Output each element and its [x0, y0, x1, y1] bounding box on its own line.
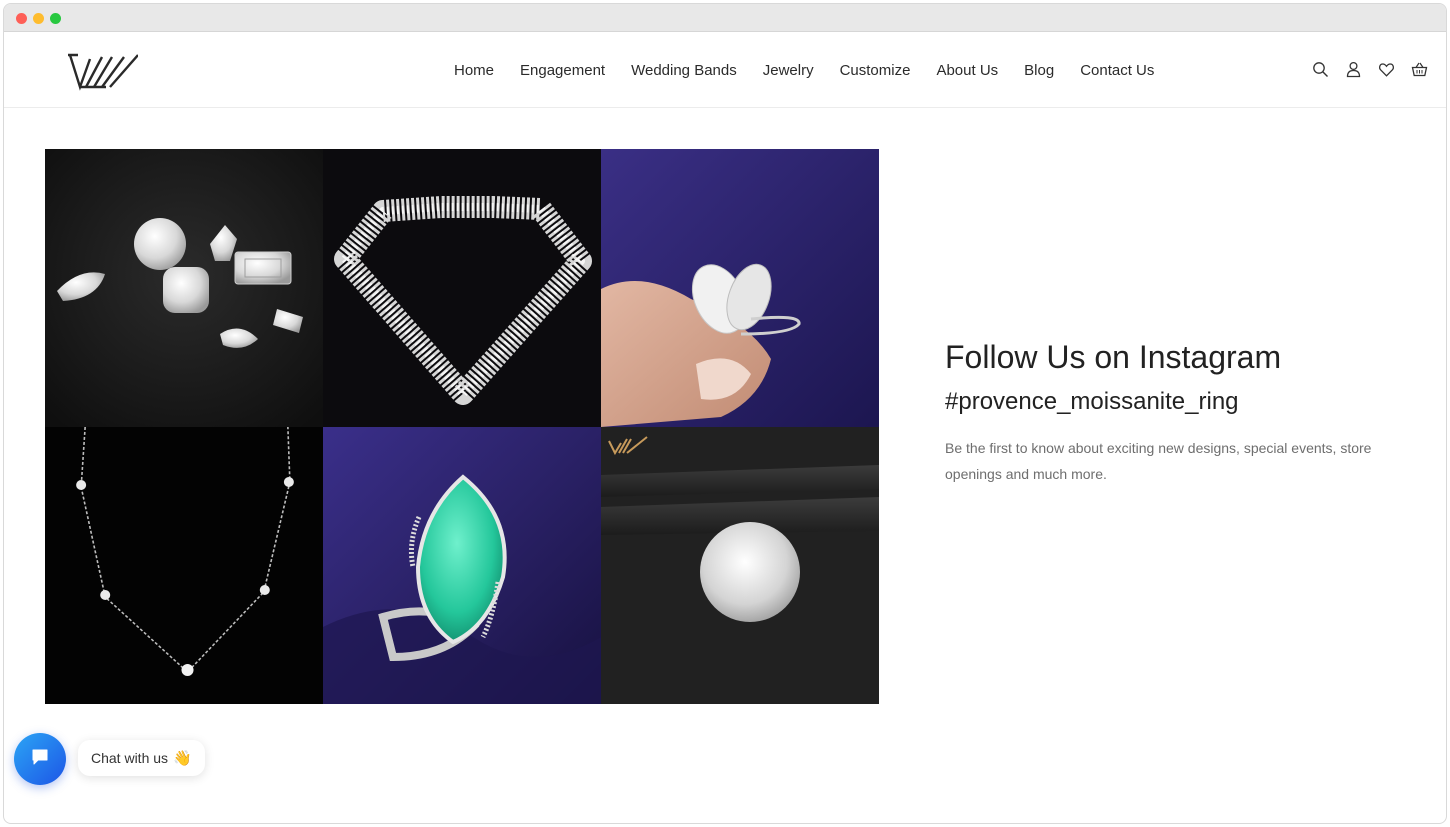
- gallery-tile-pear-ring[interactable]: [601, 149, 879, 427]
- account-icon[interactable]: [1345, 61, 1362, 78]
- close-window-button[interactable]: [16, 13, 27, 24]
- instagram-section: Follow Us on Instagram #provence_moissan…: [945, 337, 1415, 487]
- nav-blog[interactable]: Blog: [1024, 62, 1054, 79]
- gallery-tile-round-diamond[interactable]: [601, 427, 879, 704]
- gallery-tile-emerald-ring[interactable]: [323, 427, 601, 704]
- gallery-tile-loose-diamonds[interactable]: [45, 149, 323, 427]
- search-icon[interactable]: [1312, 61, 1329, 78]
- chat-bubble-icon: [30, 747, 50, 772]
- header-actions: [1312, 61, 1428, 78]
- nav-customize[interactable]: Customize: [840, 62, 911, 79]
- gallery-tile-necklace[interactable]: [45, 427, 323, 704]
- wishlist-heart-icon[interactable]: [1378, 61, 1395, 78]
- nav-engagement[interactable]: Engagement: [520, 62, 605, 79]
- brand-logo[interactable]: [66, 51, 139, 91]
- nav-home[interactable]: Home: [454, 62, 494, 79]
- minimize-window-button[interactable]: [33, 13, 44, 24]
- instagram-gallery: [45, 149, 879, 704]
- instagram-title: Follow Us on Instagram: [945, 339, 1282, 375]
- main-navigation: Home Engagement Wedding Bands Jewelry Cu…: [454, 33, 1180, 108]
- instagram-description: Be the first to know about exciting new …: [945, 440, 1372, 482]
- chat-with-us-label[interactable]: Chat with us 👋: [78, 740, 205, 776]
- nav-about-us[interactable]: About Us: [936, 62, 998, 79]
- waving-hand-icon: 👋: [173, 750, 192, 767]
- nav-wedding-bands[interactable]: Wedding Bands: [631, 62, 737, 79]
- window-titlebar: [4, 4, 1446, 32]
- nav-jewelry[interactable]: Jewelry: [763, 62, 814, 79]
- instagram-hashtag[interactable]: #provence_moissanite_ring: [945, 387, 1415, 417]
- cart-basket-icon[interactable]: [1411, 61, 1428, 78]
- maximize-window-button[interactable]: [50, 13, 61, 24]
- gallery-tile-stone-arrangement[interactable]: [323, 149, 601, 427]
- chat-launcher-button[interactable]: [14, 733, 66, 785]
- browser-window: Home Engagement Wedding Bands Jewelry Cu…: [3, 3, 1447, 824]
- nav-contact-us[interactable]: Contact Us: [1080, 62, 1154, 79]
- site-header: Home Engagement Wedding Bands Jewelry Cu…: [4, 33, 1446, 108]
- chat-label-text: Chat with us: [91, 750, 169, 766]
